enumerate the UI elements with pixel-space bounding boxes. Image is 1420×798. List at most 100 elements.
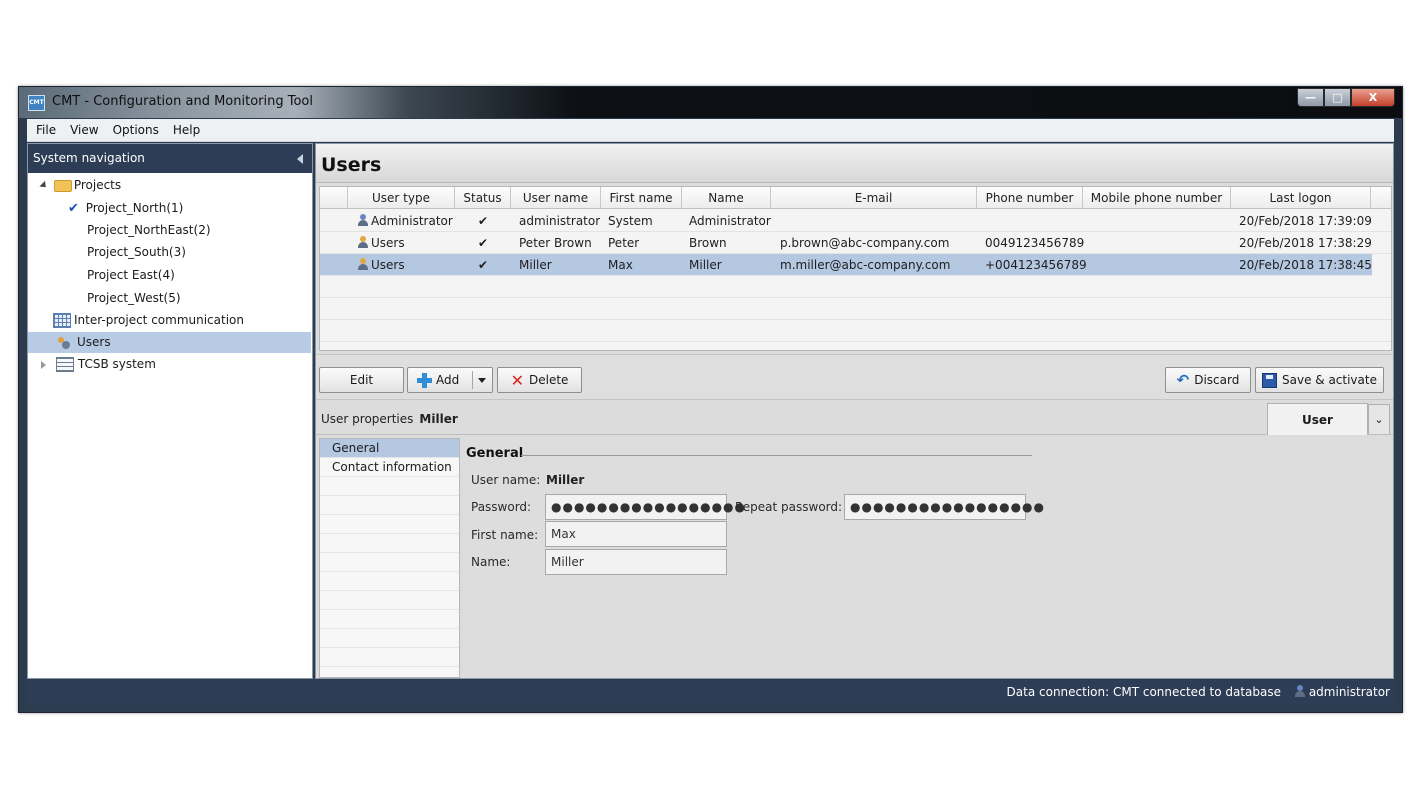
selected-user-name: Miller	[419, 412, 458, 426]
column-header-phone[interactable]: Phone number	[977, 187, 1083, 209]
table-header: User type Status User name First name Na…	[320, 187, 1391, 209]
cell-first-name: System	[608, 214, 653, 228]
tree-label: Project_NorthEast(2)	[87, 223, 211, 237]
table-row[interactable]: Administrator ✔ administrator System Adm…	[320, 210, 1391, 232]
app-window: CMT CMT - Configuration and Monitoring T…	[18, 86, 1403, 713]
column-header-mobile[interactable]: Mobile phone number	[1083, 187, 1231, 209]
list-item-empty	[320, 629, 459, 648]
cell-name: Miller	[689, 258, 722, 272]
list-item-empty	[320, 477, 459, 496]
menu-options[interactable]: Options	[113, 123, 159, 137]
current-user-name: administrator	[1308, 685, 1390, 699]
system-navigation-panel: System navigation Projects ✔ Project_Nor…	[27, 143, 313, 679]
cell-last-logon: 20/Feb/2018 17:38:45	[1239, 258, 1372, 272]
first-name-field[interactable]: Max	[545, 521, 727, 547]
tree-item-users[interactable]: Users	[28, 332, 311, 353]
cell-user-name: administrator	[519, 214, 601, 228]
column-header-user-name[interactable]: User name	[511, 187, 601, 209]
user-icon	[357, 258, 369, 270]
close-button[interactable]: X	[1351, 88, 1395, 107]
properties-nav-contact[interactable]: Contact information	[320, 458, 459, 477]
properties-nav-list: General Contact information	[319, 438, 460, 678]
app-icon: CMT	[28, 95, 45, 111]
menu-view[interactable]: View	[70, 123, 98, 137]
window-title: CMT - Configuration and Monitoring Tool	[52, 94, 313, 109]
status-check-icon: ✔	[477, 214, 489, 228]
tree-label: Project_North(1)	[85, 201, 184, 215]
users-icon	[57, 336, 71, 349]
tree-item-projects[interactable]: Projects	[39, 175, 121, 196]
menu-file[interactable]: File	[36, 123, 56, 137]
delete-button-label: Delete	[528, 373, 569, 387]
status-check-icon: ✔	[477, 236, 489, 250]
sidebar-header: System navigation	[28, 144, 312, 173]
chevron-down-icon[interactable]: ⌄	[1368, 404, 1390, 434]
column-header-last-logon[interactable]: Last logon	[1231, 187, 1371, 209]
tree-label: Users	[77, 335, 111, 349]
expand-closed-icon[interactable]	[41, 360, 46, 369]
tree-item-project-northeast[interactable]: Project_NorthEast(2)	[87, 220, 211, 241]
properties-nav-general[interactable]: General	[320, 439, 459, 458]
add-button[interactable]: Add	[407, 367, 493, 393]
tree-item-tcsb-system[interactable]: TCSB system	[41, 354, 156, 375]
edit-button[interactable]: Edit	[319, 367, 404, 393]
admin-user-icon	[357, 214, 369, 226]
folder-icon	[53, 179, 72, 192]
title-bar[interactable]: CMT CMT - Configuration and Monitoring T…	[19, 87, 1402, 118]
section-divider	[521, 455, 1032, 456]
sidebar-title: System navigation	[33, 151, 145, 165]
list-item-empty	[320, 534, 459, 553]
column-header-name[interactable]: Name	[682, 187, 771, 209]
name-field[interactable]: Miller	[545, 549, 727, 575]
page-title: Users	[316, 144, 1393, 183]
status-bar: Data connection: CMT connected to databa…	[27, 680, 1394, 705]
cell-email: p.brown@abc-company.com	[780, 236, 950, 250]
plus-icon	[416, 372, 432, 388]
cell-last-logon: 20/Feb/2018 17:39:09	[1239, 214, 1372, 228]
expand-open-icon[interactable]	[39, 180, 49, 191]
tree-item-project-west[interactable]: Project_West(5)	[87, 288, 181, 309]
tree-item-project-east[interactable]: Project East(4)	[87, 265, 175, 286]
tree-item-project-north[interactable]: ✔ Project_North(1)	[68, 198, 183, 219]
cell-phone: 0049123456789	[985, 236, 1085, 250]
column-header-first-name[interactable]: First name	[601, 187, 682, 209]
column-header-user-type[interactable]: User type	[348, 187, 455, 209]
minimize-button[interactable]: —	[1297, 88, 1324, 107]
tab-user-properties[interactable]: User properties	[1267, 403, 1368, 459]
save-activate-button[interactable]: Save & activate	[1255, 367, 1384, 393]
undo-icon: ↶	[1176, 371, 1190, 389]
discard-button[interactable]: ↶ Discard	[1165, 367, 1251, 393]
table-row[interactable]: Users ✔ Peter Brown Peter Brown p.brown@…	[320, 232, 1391, 254]
save-disk-icon	[1262, 372, 1277, 388]
tree-item-inter-project[interactable]: Inter-project communication	[53, 310, 244, 331]
tree-label: Project East(4)	[87, 268, 175, 282]
collapse-left-icon[interactable]	[297, 154, 303, 164]
table-row-selected[interactable]: Users ✔ Miller Max Miller m.miller@abc-c…	[320, 254, 1372, 276]
general-form: General User name: Miller Password: ●●●●…	[463, 438, 1392, 678]
dropdown-separator	[472, 371, 473, 389]
user-icon	[357, 236, 369, 248]
user-properties-title: User properties Miller	[321, 412, 458, 426]
first-name-label: First name:	[471, 528, 539, 542]
tree-item-project-south[interactable]: Project_South(3)	[87, 242, 186, 263]
menu-help[interactable]: Help	[173, 123, 200, 137]
repeat-password-field[interactable]: ●●●●●●●●●●●●●●●●●	[844, 494, 1044, 520]
chevron-down-icon[interactable]	[478, 378, 486, 383]
tree-label: TCSB system	[77, 357, 156, 371]
repeat-password-label: Repeat password:	[735, 500, 843, 514]
save-button-label: Save & activate	[1282, 373, 1377, 387]
username-label: User name:	[471, 473, 541, 487]
cell-user-type: Users	[357, 254, 405, 276]
current-user: administrator	[1294, 685, 1390, 699]
column-header-status[interactable]: Status	[455, 187, 511, 209]
maximize-button[interactable]: □	[1324, 88, 1351, 107]
section-title: General	[466, 446, 524, 461]
users-main-panel: Users User type Status User name First n…	[315, 143, 1394, 679]
password-label: Password:	[471, 500, 532, 514]
cell-phone: +004123456789	[985, 258, 1087, 272]
column-header-email[interactable]: E-mail	[771, 187, 977, 209]
properties-label: User properties	[321, 412, 414, 426]
delete-button[interactable]: ✕ Delete	[497, 367, 582, 393]
password-field[interactable]: ●●●●●●●●●●●●●●●●●	[545, 494, 745, 520]
window-controls: — □ X	[1297, 88, 1395, 107]
